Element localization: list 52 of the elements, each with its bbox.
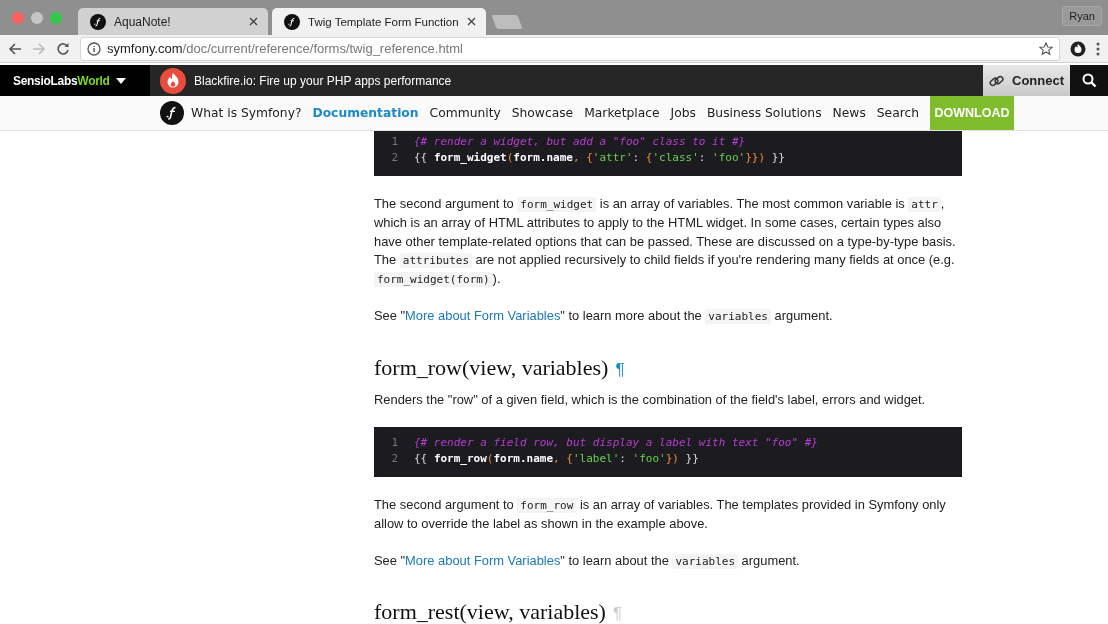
caret-icon[interactable]	[115, 77, 126, 84]
code-line: {# render a field row, but display a label with text "foo" #}	[414, 435, 818, 452]
code-line: {{ form_row(form.name, {'label': 'foo'}) }}	[414, 451, 699, 468]
nav-link[interactable]: Search	[876, 106, 920, 120]
nav-link[interactable]: Jobs	[670, 106, 696, 120]
body-paragraph: The second argument to form_row is an array of variables. The templates provided in Symfony only allow to override the label as shown in the example above.	[374, 496, 947, 534]
line-number: 2	[390, 451, 399, 468]
line-number: 1	[390, 435, 399, 452]
anchor-link[interactable]: ¶	[615, 359, 625, 380]
nav-link[interactable]: Showcase	[511, 106, 574, 120]
nav-link[interactable]: Community	[429, 106, 501, 120]
section-heading: form_row(view, variables)	[374, 354, 609, 381]
symfony-logo-icon	[90, 13, 106, 30]
line-number: 2	[390, 150, 399, 166]
nav-link[interactable]: What is Symfony?	[191, 106, 302, 120]
search-button[interactable]	[1070, 65, 1108, 96]
symfony-logo-icon	[284, 13, 300, 30]
browser-tab[interactable]: Twig Template Form Function	[272, 8, 486, 35]
connect-button[interactable]: Connect	[983, 65, 1070, 96]
address-field[interactable]: symfony.com/doc/current/reference/forms/twig_reference.html	[80, 36, 1060, 61]
code-line: {# render a widget, but add a "foo" class to it #}	[414, 134, 746, 150]
browser-tab[interactable]: AquaNote!	[78, 8, 268, 35]
tab-title: AquaNote!	[114, 14, 172, 29]
reload-icon[interactable]	[56, 41, 70, 56]
search-icon	[1081, 73, 1097, 88]
menu-icon[interactable]	[1096, 41, 1100, 56]
line-number: 1	[390, 134, 399, 150]
section-heading: form_rest(view, variables)	[374, 598, 606, 624]
promo-link[interactable]: Blackfire.io: Fire up your PHP apps performance	[194, 73, 452, 88]
nav-link[interactable]: Documentation	[312, 106, 419, 120]
url-path: /doc/current/reference/forms/twig_reference.html	[182, 41, 463, 56]
nav-link[interactable]: Business Solutions	[706, 106, 822, 120]
nav-link[interactable]: Marketplace	[584, 106, 660, 120]
body-paragraph: The second argument to form_widget is an array of variables. The most common variable is attr , which is an array of HTML attributes to apply to the HTML widget. In some cases, certain types also have other template-related options that can be passed. These are discussed on a type-by-type basis. The attributes are not applied recursively to child fields if you're rendering many fields at once (e.g. form_widget(form) ).	[374, 195, 957, 290]
info-icon	[87, 41, 101, 56]
text-link[interactable]: More about Form Variables	[405, 552, 561, 568]
body-paragraph: Renders the "row" of a given field, which is the combination of the field's label, errors and widget.	[374, 390, 927, 409]
nav-link[interactable]: News	[832, 106, 866, 120]
flame-icon[interactable]	[1070, 40, 1086, 57]
close-icon[interactable]	[249, 17, 258, 26]
profile-button[interactable]: Ryan	[1062, 6, 1102, 26]
code-line: {{ form_widget(form.name, {'attr': {'class': 'foo'}}) }}	[414, 150, 785, 166]
url-host: symfony.com	[107, 41, 183, 56]
tab-title: Twig Template Form Function	[308, 15, 459, 28]
flame-logo-icon	[160, 67, 186, 94]
body-paragraph: See "More about Form Variables" to learn about the variables argument.	[374, 551, 801, 571]
body-paragraph: See "More about Form Variables" to learn more about the variables argument.	[374, 307, 834, 327]
star-icon[interactable]	[1039, 41, 1053, 56]
symfony-logo-icon	[160, 101, 184, 125]
close-icon[interactable]	[466, 17, 476, 26]
text-link[interactable]: More about Form Variables	[405, 308, 561, 324]
back-icon[interactable]	[8, 41, 22, 56]
